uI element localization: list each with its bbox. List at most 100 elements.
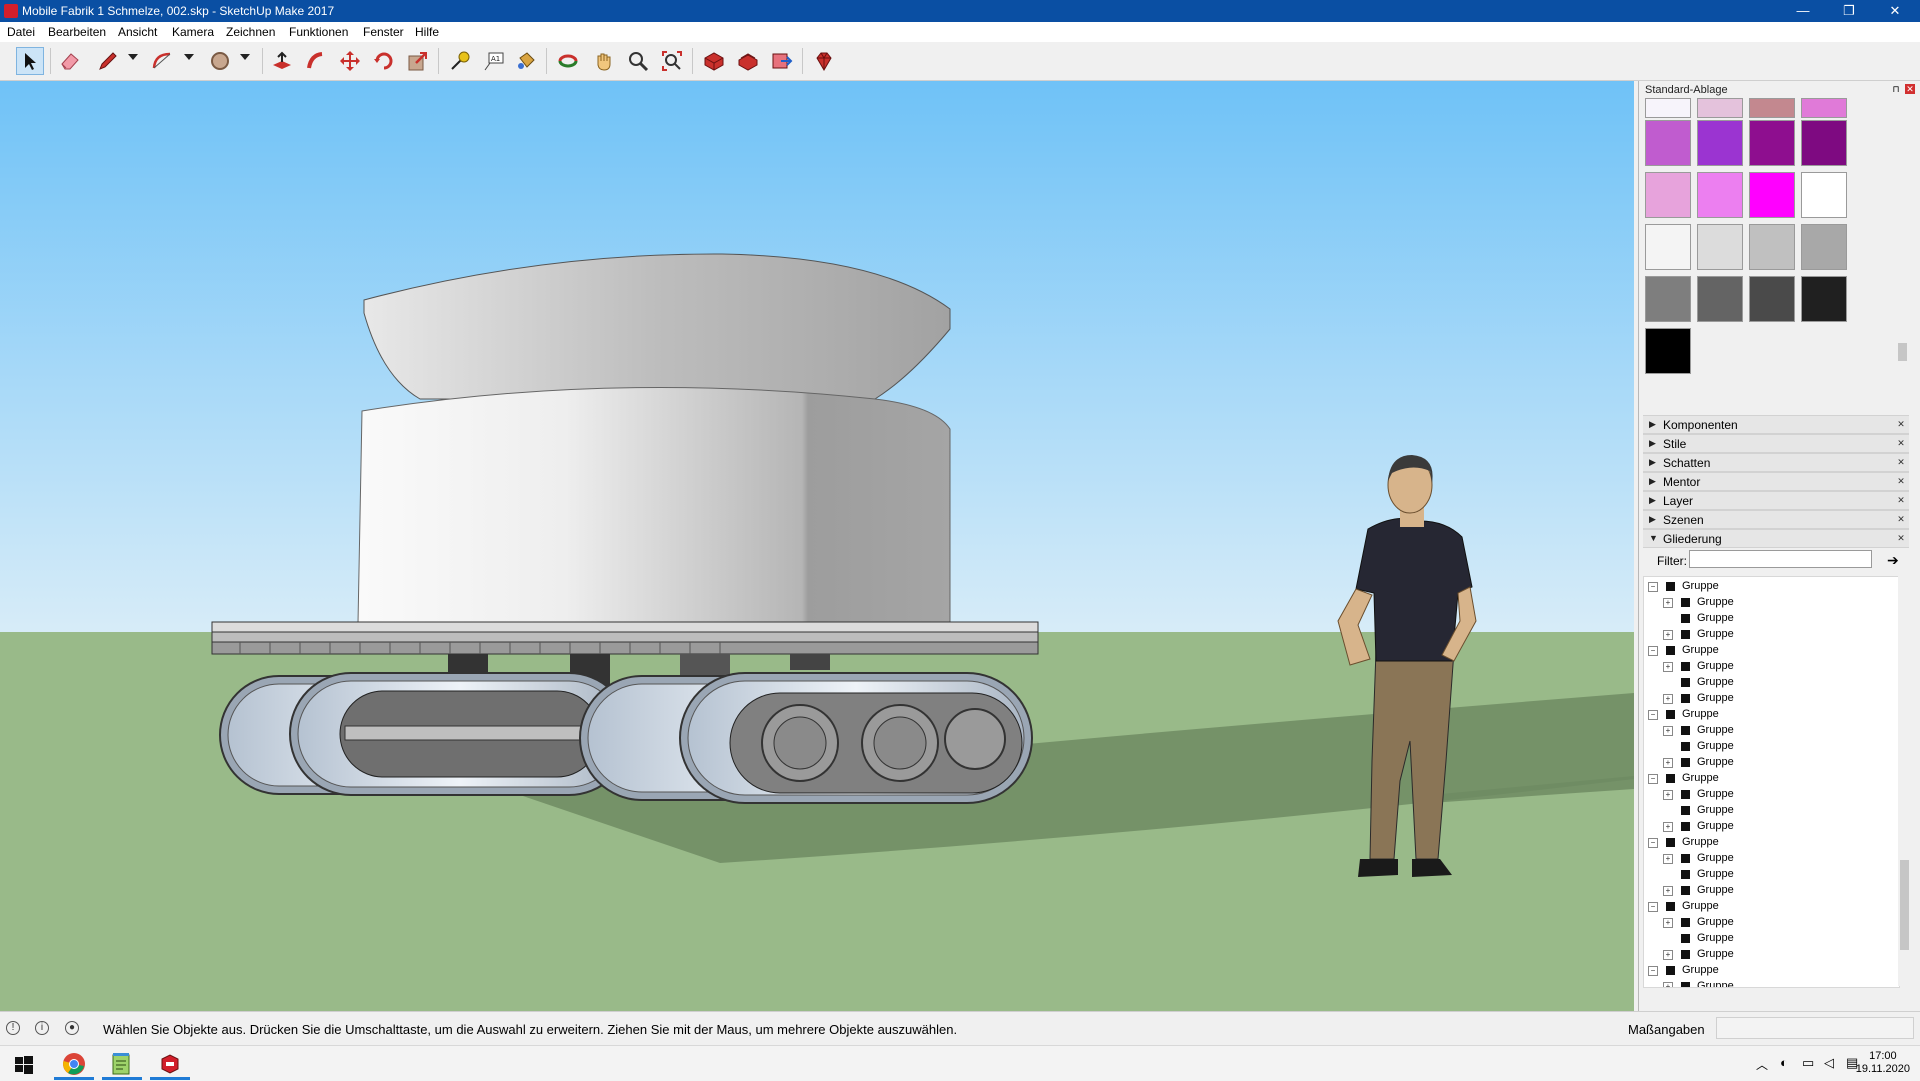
outliner-scrollbar[interactable] (1898, 576, 1911, 986)
tray-section-schatten[interactable]: ▶ Schatten ✕ (1643, 453, 1909, 472)
expand-toggle-icon[interactable]: + (1663, 982, 1673, 987)
zoom-extents-tool-button[interactable] (658, 47, 686, 75)
collapse-toggle-icon[interactable]: − (1648, 710, 1658, 720)
expand-toggle-icon[interactable]: + (1663, 726, 1673, 736)
tray-close-icon[interactable]: ✕ (1905, 84, 1915, 94)
material-swatch[interactable] (1801, 172, 1847, 218)
expand-toggle-icon[interactable]: + (1663, 854, 1673, 864)
section-close-icon[interactable]: ✕ (1896, 533, 1906, 543)
orbit-tool-button[interactable] (554, 47, 582, 75)
geo-location-icon[interactable]: ! (6, 1021, 20, 1035)
tray-section-mentor[interactable]: ▶ Mentor ✕ (1643, 472, 1909, 491)
chrome-taskbar-button[interactable] (54, 1050, 94, 1080)
material-swatch[interactable] (1697, 172, 1743, 218)
menu-datei[interactable]: Datei (7, 25, 35, 39)
menu-bearbeiten[interactable]: Bearbeiten (48, 25, 106, 39)
volume-tray-icon[interactable]: ◁ (1824, 1055, 1834, 1071)
tray-section-komponenten[interactable]: ▶ Komponenten ✕ (1643, 415, 1909, 434)
section-close-icon[interactable]: ✕ (1896, 476, 1906, 486)
tray-section-gliederung[interactable]: ▼ Gliederung ✕ (1643, 529, 1909, 548)
vessel-cylinder-body[interactable] (357, 386, 951, 624)
tray-section-layer[interactable]: ▶ Layer ✕ (1643, 491, 1909, 510)
system-clock[interactable]: 17:00 19.11.2020 (1856, 1050, 1910, 1076)
model-scene[interactable] (0, 81, 1634, 1011)
menu-fenster[interactable]: Fenster (363, 25, 404, 39)
platform-top[interactable] (211, 621, 1039, 633)
extension-warehouse-tool-button[interactable] (734, 47, 762, 75)
collapse-toggle-icon[interactable]: − (1648, 646, 1658, 656)
circle-dropdown-icon[interactable] (240, 54, 250, 60)
windows-start-button[interactable] (4, 1050, 44, 1080)
outliner-scroll-thumb[interactable] (1900, 860, 1909, 950)
tray-up-chevron-icon[interactable]: ︿ (1756, 1056, 1768, 1073)
user-account-icon[interactable]: ● (65, 1021, 79, 1035)
material-swatch[interactable] (1697, 276, 1743, 322)
scale-tool-button[interactable] (404, 47, 432, 75)
expand-toggle-icon[interactable]: + (1663, 694, 1673, 704)
follow-me-tool-button[interactable] (302, 47, 330, 75)
material-swatch[interactable] (1697, 224, 1743, 270)
material-swatch[interactable] (1645, 224, 1691, 270)
material-swatch[interactable] (1749, 120, 1795, 166)
material-swatch[interactable] (1697, 98, 1743, 118)
menu-kamera[interactable]: Kamera (172, 25, 214, 39)
tray-section-stile[interactable]: ▶ Stile ✕ (1643, 434, 1909, 453)
menu-hilfe[interactable]: Hilfe (415, 25, 439, 39)
sync-tray-icon[interactable]: ◐ (1780, 1055, 1788, 1070)
pin-icon[interactable]: ⊓ (1891, 84, 1901, 94)
swatch-scroll-thumb[interactable] (1898, 343, 1907, 361)
material-swatch[interactable] (1645, 120, 1691, 166)
collapse-toggle-icon[interactable]: − (1648, 966, 1658, 976)
eraser-tool-button[interactable] (56, 47, 84, 75)
material-swatch[interactable] (1645, 98, 1691, 118)
sketchup-taskbar-button[interactable] (150, 1050, 190, 1080)
section-close-icon[interactable]: ✕ (1896, 419, 1906, 429)
collapse-toggle-icon[interactable]: − (1648, 902, 1658, 912)
collapse-toggle-icon[interactable]: − (1648, 774, 1658, 784)
expand-toggle-icon[interactable]: + (1663, 758, 1673, 768)
collapse-toggle-icon[interactable]: − (1648, 582, 1658, 592)
circle-tool-button[interactable] (206, 47, 234, 75)
expand-toggle-icon[interactable]: + (1663, 662, 1673, 672)
extension-manager-tool-button[interactable] (810, 47, 838, 75)
layout-tool-button[interactable] (768, 47, 796, 75)
expand-toggle-icon[interactable]: + (1663, 598, 1673, 608)
material-swatch[interactable] (1645, 276, 1691, 322)
tray-section-szenen[interactable]: ▶ Szenen ✕ (1643, 510, 1909, 529)
rotate-tool-button[interactable] (370, 47, 398, 75)
arc-tool-button[interactable] (148, 47, 176, 75)
measurements-input[interactable] (1716, 1017, 1914, 1039)
material-swatch[interactable] (1801, 98, 1847, 118)
arc-dropdown-icon[interactable] (184, 54, 194, 60)
material-swatch[interactable] (1749, 98, 1795, 118)
material-swatch[interactable] (1801, 224, 1847, 270)
material-swatch[interactable] (1801, 120, 1847, 166)
zoom-tool-button[interactable] (624, 47, 652, 75)
expand-toggle-icon[interactable]: + (1663, 790, 1673, 800)
material-swatch[interactable] (1697, 120, 1743, 166)
tape-measure-tool-button[interactable] (446, 47, 474, 75)
close-button[interactable]: ✕ (1872, 0, 1918, 22)
section-close-icon[interactable]: ✕ (1896, 457, 1906, 467)
expand-toggle-icon[interactable]: + (1663, 822, 1673, 832)
material-swatch[interactable] (1645, 172, 1691, 218)
notepad-taskbar-button[interactable] (102, 1050, 142, 1080)
paint-bucket-tool-button[interactable] (512, 47, 540, 75)
material-swatch[interactable] (1801, 276, 1847, 322)
menu-funktionen[interactable]: Funktionen (289, 25, 348, 39)
left-crawler-track[interactable] (219, 672, 631, 796)
pencil-dropdown-icon[interactable] (128, 54, 138, 60)
expand-toggle-icon[interactable]: + (1663, 950, 1673, 960)
3d-warehouse-tool-button[interactable] (700, 47, 728, 75)
outliner-filter-input[interactable] (1689, 550, 1872, 568)
menu-ansicht[interactable]: Ansicht (118, 25, 157, 39)
push-pull-tool-button[interactable] (268, 47, 296, 75)
info-icon[interactable]: i (35, 1021, 49, 1035)
section-close-icon[interactable]: ✕ (1896, 438, 1906, 448)
expand-toggle-icon[interactable]: + (1663, 918, 1673, 928)
select-tool-button[interactable] (16, 47, 44, 75)
material-swatch[interactable] (1749, 172, 1795, 218)
move-tool-button[interactable] (336, 47, 364, 75)
right-crawler-track[interactable] (579, 672, 1033, 804)
pan-tool-button[interactable] (590, 47, 618, 75)
